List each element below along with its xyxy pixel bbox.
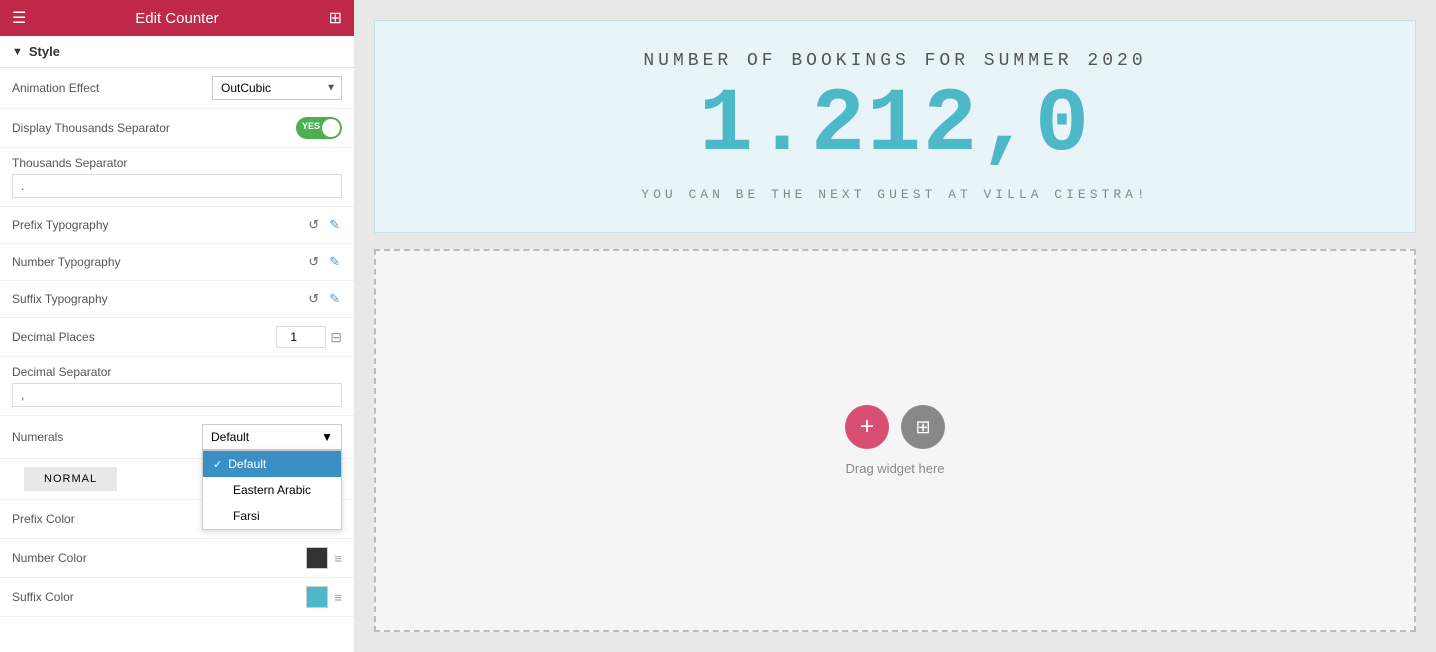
decimal-sep-label: Decimal Separator	[12, 357, 111, 379]
hamburger-icon[interactable]: ☰	[12, 8, 26, 28]
numerals-option-farsi[interactable]: Farsi	[203, 503, 341, 529]
number-color-row: Number Color ≡	[0, 539, 354, 578]
suffix-typo-edit-btn[interactable]: ✎	[327, 289, 342, 309]
panel-body: ▼ Style Animation Effect OutCubic Linear…	[0, 36, 354, 652]
main-area: NUMBER OF BOOKINGS FOR SUMMER 2020 1.212…	[354, 0, 1436, 652]
number-typo-actions: ↺ ✎	[306, 252, 342, 272]
suffix-color-row: Suffix Color ≡	[0, 578, 354, 617]
panel-header: ☰ Edit Counter ⊞	[0, 0, 354, 36]
add-widget-btn[interactable]: +	[845, 405, 889, 449]
numerals-option-eastern-arabic[interactable]: Eastern Arabic	[203, 477, 341, 503]
numerals-option-default-label: Default	[228, 457, 266, 471]
decimal-sep-input[interactable]	[12, 383, 342, 407]
numerals-options-list: ✓ Default Eastern Arabic Farsi	[202, 450, 342, 530]
toggle-wrap: YES	[296, 117, 342, 139]
thousands-toggle[interactable]: YES	[296, 117, 342, 139]
number-color-actions: ≡	[306, 547, 342, 569]
numerals-label: Numerals	[12, 430, 63, 444]
animation-effect-row: Animation Effect OutCubic Linear InCubic…	[0, 68, 354, 109]
prefix-typo-row: Prefix Typography ↺ ✎	[0, 207, 354, 244]
numerals-wrap: Default ▼ ✓ Default Eastern Arabic	[202, 424, 342, 450]
thousands-sep-input[interactable]	[12, 174, 342, 198]
thousands-sep-label: Thousands Separator	[12, 148, 127, 170]
number-typo-row: Number Typography ↺ ✎	[0, 244, 354, 281]
drop-zone: + ⊞ Drag widget here	[374, 249, 1416, 632]
toggle-yes-label: YES	[302, 121, 320, 131]
animation-effect-select[interactable]: OutCubic Linear InCubic	[212, 76, 342, 100]
display-thousands-row: Display Thousands Separator YES	[0, 109, 354, 148]
numerals-option-farsi-label: Farsi	[233, 509, 260, 523]
number-typo-label: Number Typography	[12, 255, 121, 269]
decimal-places-stepper[interactable]: ⊟	[330, 329, 342, 346]
numerals-option-eastern-arabic-label: Eastern Arabic	[233, 483, 311, 497]
counter-widget-preview: NUMBER OF BOOKINGS FOR SUMMER 2020 1.212…	[374, 20, 1416, 233]
suffix-color-reset-btn[interactable]: ≡	[334, 590, 342, 605]
suffix-color-actions: ≡	[306, 586, 342, 608]
thousands-sep-row: Thousands Separator	[0, 148, 354, 207]
section-style: ▼ Style	[0, 36, 354, 68]
numerals-select-btn[interactable]: Default ▼	[202, 424, 342, 450]
section-style-label: Style	[29, 44, 60, 59]
numerals-arrow-icon: ▼	[321, 430, 333, 444]
widget-grid-btn[interactable]: ⊞	[901, 405, 945, 449]
decimal-places-wrap: ⊟	[276, 326, 342, 348]
prefix-typo-edit-btn[interactable]: ✎	[327, 215, 342, 235]
counter-widget-title: NUMBER OF BOOKINGS FOR SUMMER 2020	[415, 51, 1375, 71]
left-panel: ☰ Edit Counter ⊞ ▼ Style Animation Effec…	[0, 0, 354, 652]
display-thousands-label: Display Thousands Separator	[12, 121, 170, 135]
check-icon: ✓	[213, 458, 222, 471]
drop-zone-icons: + ⊞	[845, 405, 945, 449]
prefix-color-label: Prefix Color	[12, 512, 75, 526]
number-typo-edit-btn[interactable]: ✎	[327, 252, 342, 272]
numerals-row: Numerals Default ▼ ✓ Default Eastern Ara…	[0, 416, 354, 459]
number-color-swatch[interactable]	[306, 547, 328, 569]
drop-zone-text: Drag widget here	[846, 461, 945, 476]
animation-effect-dropdown[interactable]: OutCubic Linear InCubic ▼	[212, 76, 342, 100]
decimal-places-row: Decimal Places ⊟	[0, 318, 354, 357]
suffix-typo-label: Suffix Typography	[12, 292, 108, 306]
prefix-typo-actions: ↺ ✎	[306, 215, 342, 235]
grid-icon[interactable]: ⊞	[329, 8, 342, 28]
suffix-typo-row: Suffix Typography ↺ ✎	[0, 281, 354, 318]
normal-button[interactable]: NORMAL	[24, 467, 117, 491]
number-color-reset-btn[interactable]: ≡	[334, 551, 342, 566]
decimal-sep-row: Decimal Separator	[0, 357, 354, 416]
numerals-option-default[interactable]: ✓ Default	[203, 451, 341, 477]
chevron-down-icon: ▼	[12, 46, 23, 58]
counter-widget-number: 1.212,0	[415, 81, 1375, 171]
numerals-selected-value: Default	[211, 430, 249, 444]
suffix-color-swatch[interactable]	[306, 586, 328, 608]
decimal-places-input[interactable]	[276, 326, 326, 348]
prefix-typo-label: Prefix Typography	[12, 218, 109, 232]
counter-widget-subtitle: YOU CAN BE THE NEXT GUEST AT VILLA CIEST…	[415, 187, 1375, 202]
suffix-typo-actions: ↺ ✎	[306, 289, 342, 309]
panel-title: Edit Counter	[135, 10, 218, 27]
number-typo-refresh-btn[interactable]: ↺	[306, 252, 321, 272]
suffix-color-label: Suffix Color	[12, 590, 74, 604]
suffix-typo-refresh-btn[interactable]: ↺	[306, 289, 321, 309]
prefix-typo-refresh-btn[interactable]: ↺	[306, 215, 321, 235]
animation-effect-label: Animation Effect	[12, 81, 99, 95]
toggle-slider: YES	[296, 117, 342, 139]
decimal-places-label: Decimal Places	[12, 330, 95, 344]
number-color-label: Number Color	[12, 551, 87, 565]
